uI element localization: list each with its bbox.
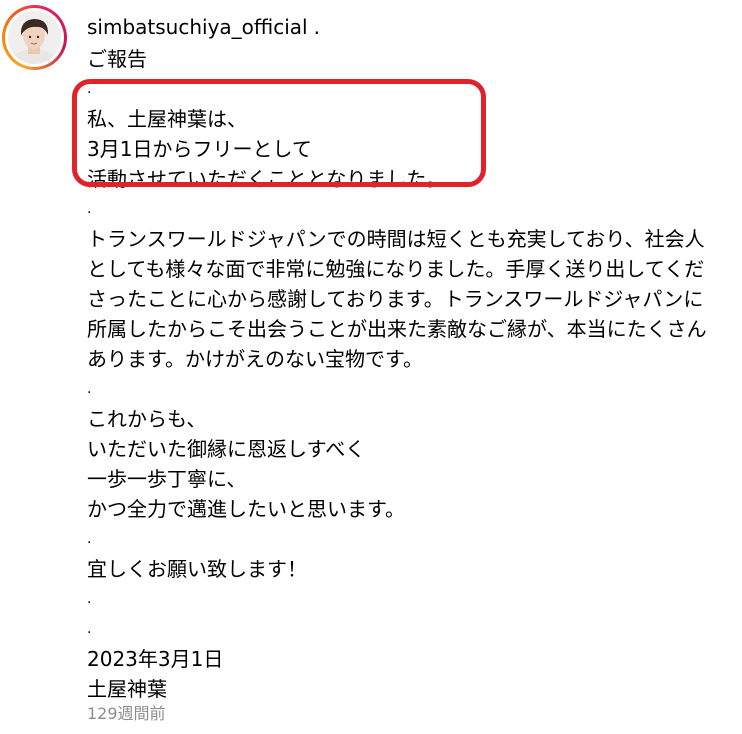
username-suffix: . <box>313 15 320 39</box>
avatar[interactable] <box>2 5 67 70</box>
post-caption: ご報告 . 私、土屋神葉は、 3月1日からフリーとして 活動させていただくことと… <box>87 44 727 704</box>
caption-separator-dot: . <box>87 201 92 217</box>
caption-highlight-line-2: 3月1日からフリーとして <box>87 137 312 161</box>
caption-signature: 土屋神葉 <box>87 677 167 701</box>
caption-separator-dot: . <box>87 621 92 637</box>
caption-separator-dot: . <box>87 81 92 97</box>
caption-line: これからも、 <box>87 407 207 431</box>
post-timestamp[interactable]: 129週間前 <box>87 702 166 726</box>
username-link[interactable]: simbatsuchiya_official <box>87 15 308 39</box>
caption-paragraph: トランスワールドジャパンでの時間は短くとも充実しており、社会人としても様々な面で… <box>87 227 707 371</box>
avatar-border <box>5 8 64 67</box>
caption-separator-dot: . <box>87 591 92 607</box>
avatar-photo <box>8 11 61 64</box>
caption-line: かつ全力で邁進したいと思います。 <box>87 497 405 521</box>
post-header: simbatsuchiya_official. <box>87 13 320 41</box>
caption-title: ご報告 <box>87 47 147 71</box>
caption-line: いただいた御縁に恩返しすべく <box>87 437 366 461</box>
caption-highlight-line-3: 活動させていただくこととなりました。 <box>87 167 447 191</box>
caption-line: 一歩一歩丁寧に、 <box>87 467 247 491</box>
caption-closing: 宜しくお願い致します！ <box>87 557 307 581</box>
caption-highlight-line-1: 私、土屋神葉は、 <box>87 107 247 131</box>
person-photo-icon <box>8 11 61 64</box>
caption-separator-dot: . <box>87 381 92 397</box>
caption-date: 2023年3月1日 <box>87 647 224 671</box>
caption-separator-dot: . <box>87 531 92 547</box>
